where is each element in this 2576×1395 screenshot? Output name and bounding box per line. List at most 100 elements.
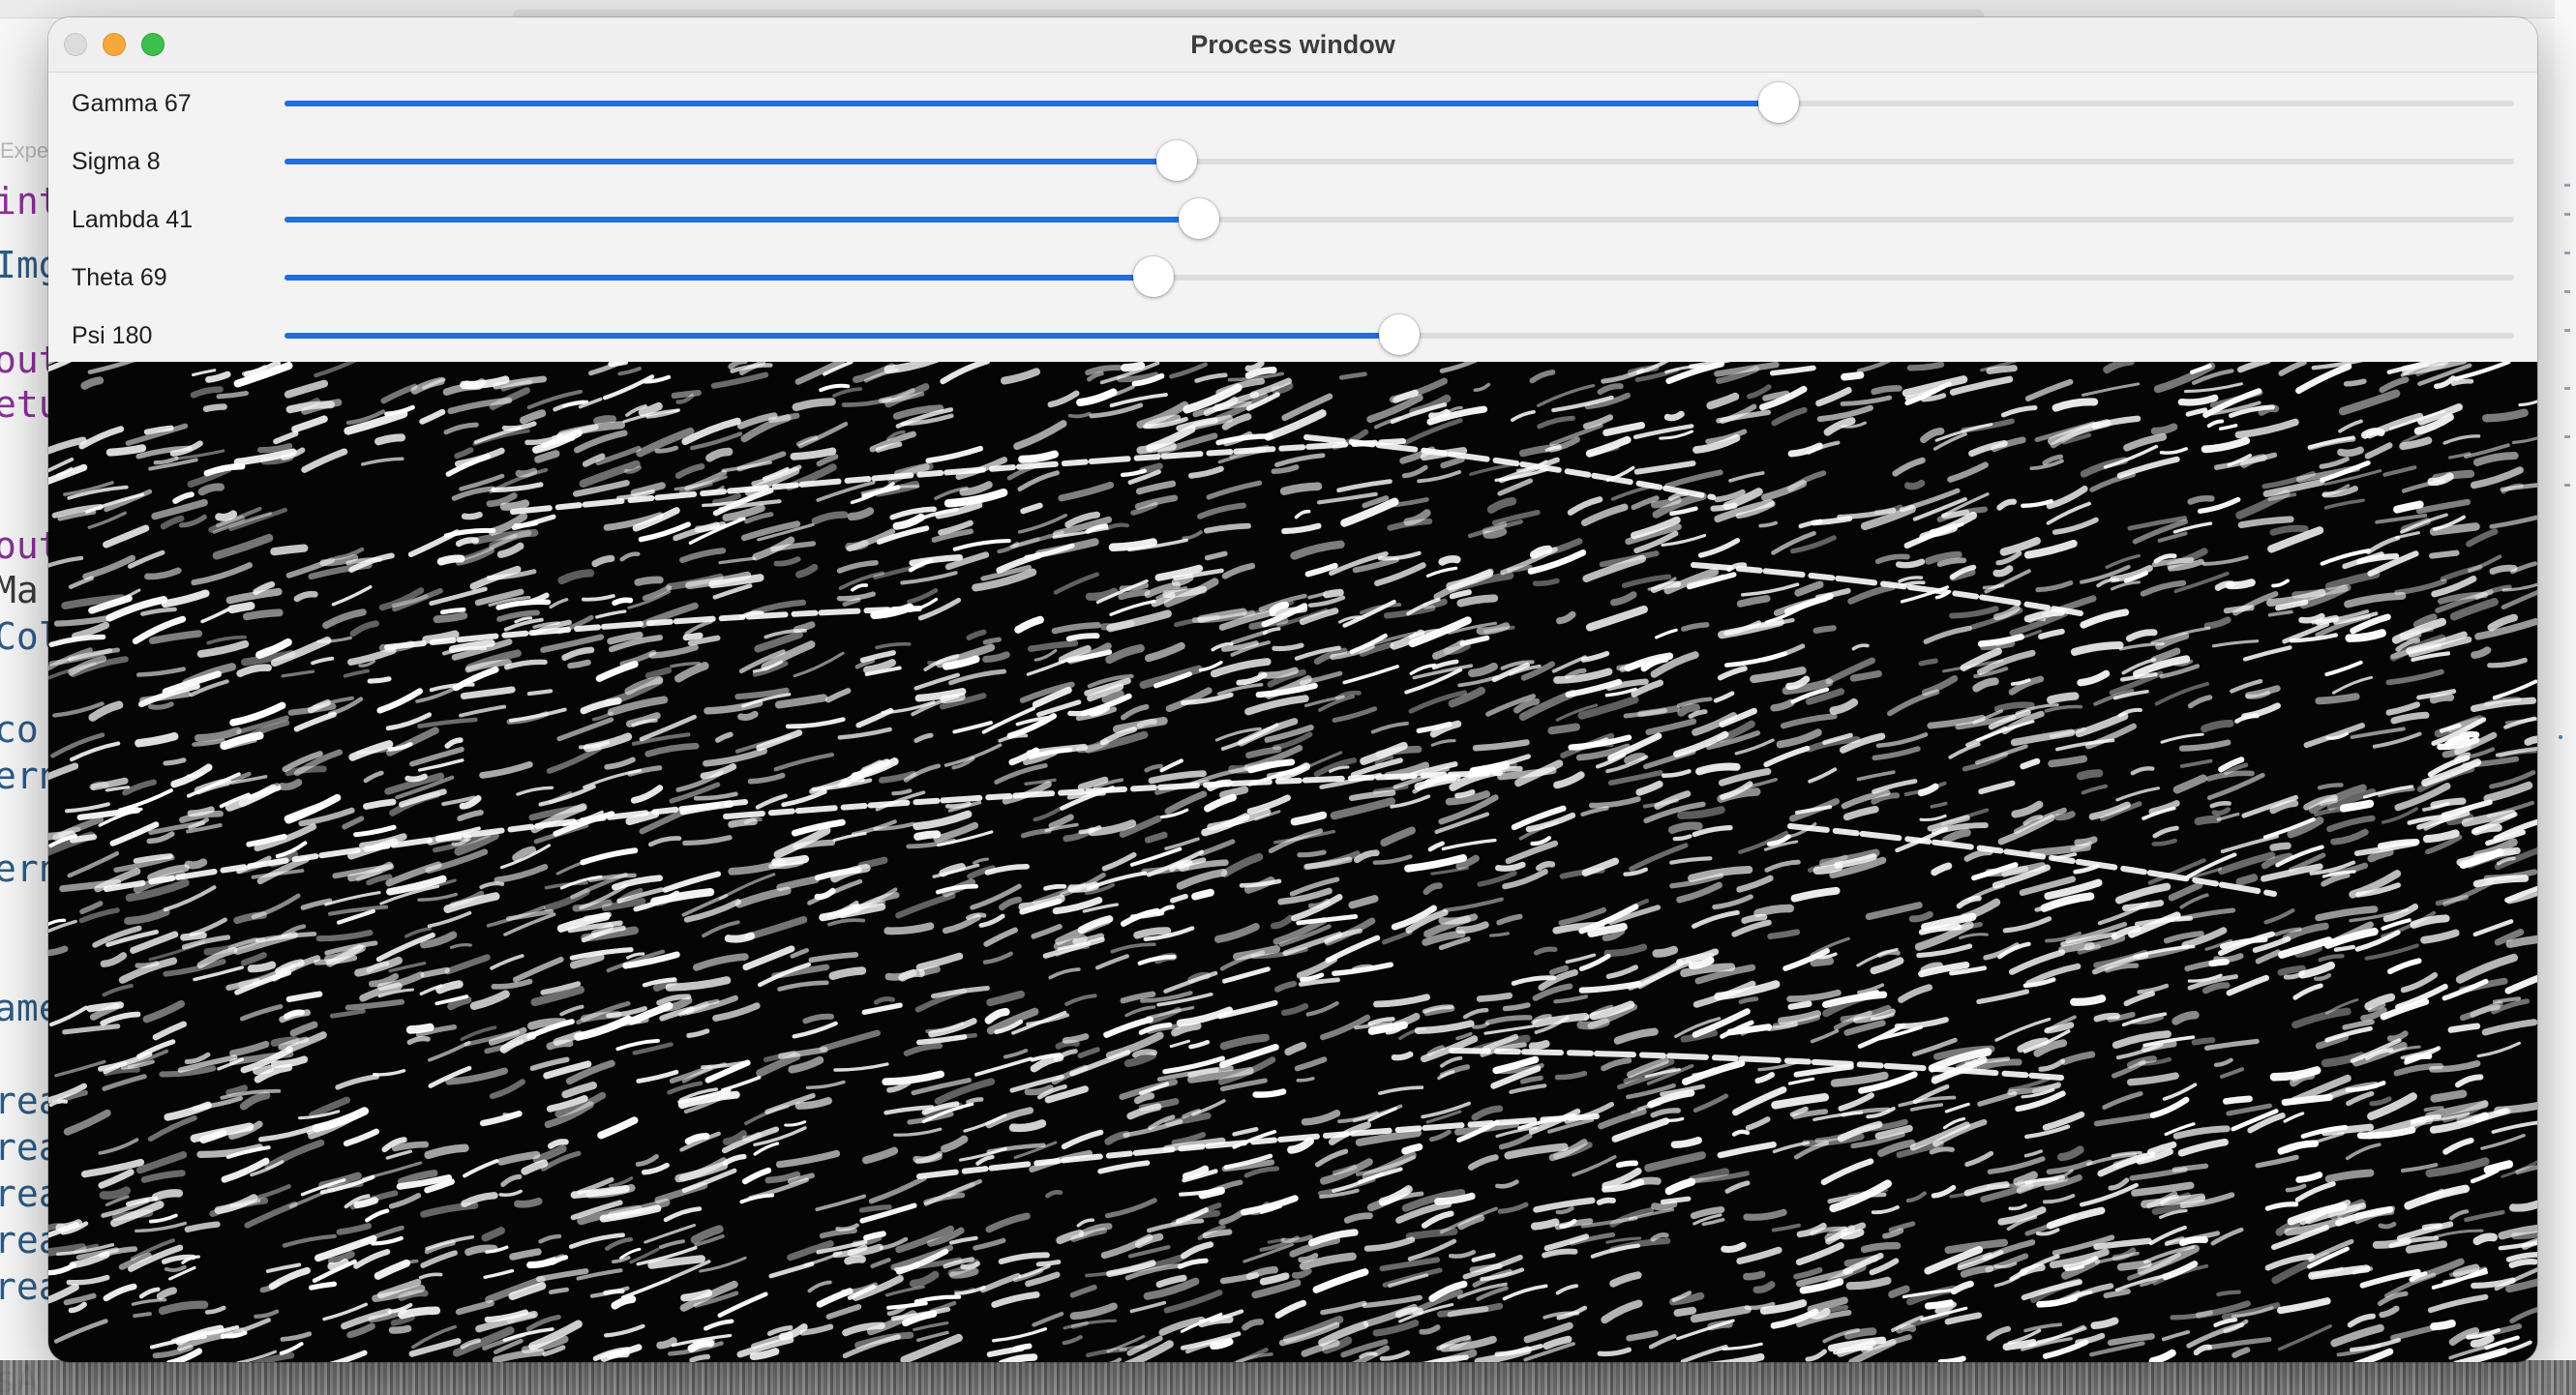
- texture-stroke: [671, 390, 702, 400]
- texture-stroke: [982, 637, 1002, 645]
- minimap-rail: [2555, 0, 2576, 1395]
- texture-stroke: [1906, 362, 1945, 371]
- texture-stroke: [1405, 1228, 1458, 1240]
- texture-stroke: [197, 483, 225, 496]
- texture-stroke: [2258, 404, 2280, 416]
- texture-stroke: [1743, 1270, 1766, 1281]
- lambda-slider[interactable]: [285, 198, 2514, 239]
- texture-stroke: [1391, 1051, 1414, 1061]
- texture-stroke: [2378, 1221, 2397, 1230]
- texture-stroke: [2277, 965, 2306, 976]
- texture-stroke: [2194, 815, 2222, 826]
- texture-stroke: [2405, 1240, 2448, 1254]
- trackbar-row-theta: Theta 69: [48, 249, 2537, 307]
- minimap-mark: [2564, 387, 2570, 390]
- texture-stroke: [940, 693, 966, 704]
- texture-stroke: [2216, 1290, 2241, 1297]
- texture-stroke: [1297, 849, 1327, 858]
- texture-stroke: [1547, 723, 1580, 735]
- texture-stroke: [2458, 730, 2480, 740]
- slider-thumb[interactable]: [1155, 140, 1197, 181]
- texture-stroke: [2269, 524, 2309, 536]
- texture-stroke: [1279, 482, 1323, 495]
- slider-thumb[interactable]: [1178, 198, 1219, 239]
- texture-stroke: [1841, 371, 1865, 381]
- texture-stroke: [1903, 479, 1926, 490]
- texture-stroke: [278, 779, 303, 791]
- process-window: Process window Gamma 67 Sigma 8 Lambda 4…: [48, 17, 2537, 1362]
- gamma-slider[interactable]: [285, 82, 2514, 123]
- minimap-mark: [2564, 290, 2570, 293]
- trackbar-label-lambda: Lambda 41: [72, 206, 194, 233]
- texture-stroke: [954, 1032, 977, 1041]
- texture-stroke: [439, 607, 466, 615]
- texture-stroke: [2339, 799, 2375, 813]
- slider-fill: [285, 275, 1154, 281]
- texture-stroke: [634, 576, 664, 586]
- texture-stroke: [682, 632, 704, 641]
- texture-stroke: [1532, 578, 1560, 586]
- texture-stroke: [1615, 1160, 1639, 1169]
- texture-stroke: [1139, 462, 1163, 474]
- texture-stroke: [1651, 1200, 1678, 1211]
- texture-stroke: [374, 433, 406, 446]
- slider-thumb[interactable]: [1757, 82, 1799, 123]
- texture-stroke: [1812, 862, 1843, 876]
- texture-stroke: [1895, 1323, 1917, 1334]
- texture-stroke: [737, 710, 759, 721]
- slider-fill: [285, 217, 1199, 223]
- texture-stroke: [1596, 1197, 1616, 1205]
- texture-stroke: [2447, 1023, 2481, 1033]
- texture-stroke: [509, 1248, 542, 1261]
- texture-stroke: [1707, 1320, 1733, 1331]
- gabor-output-image: [48, 362, 2537, 1362]
- code-line: co: [0, 708, 39, 751]
- texture-stroke: [2361, 428, 2385, 439]
- texture-stroke: [2432, 469, 2475, 483]
- texture-stroke: [2103, 1289, 2131, 1299]
- texture-stroke: [1065, 633, 1100, 642]
- trackbar-row-sigma: Sigma 8: [48, 133, 2537, 191]
- title-bar[interactable]: Process window: [48, 17, 2537, 73]
- texture-stroke: [1619, 662, 1639, 672]
- texture-stroke: [914, 830, 942, 841]
- texture-stroke: [180, 932, 207, 941]
- texture-stroke: [242, 608, 284, 621]
- texture-stroke: [133, 1312, 152, 1319]
- texture-stroke: [656, 1337, 677, 1350]
- texture-stroke: [55, 1219, 83, 1232]
- texture-stroke: [1438, 554, 1461, 566]
- texture-stroke: [1133, 1092, 1155, 1105]
- texture-stroke: [2074, 836, 2098, 846]
- texture-stroke: [1438, 913, 1479, 925]
- texture-stroke: [1929, 1146, 1955, 1155]
- texture-stroke: [567, 659, 591, 669]
- texture-stroke: [2150, 423, 2178, 435]
- texture-stroke: [2343, 378, 2367, 387]
- texture-stroke: [2070, 994, 2107, 1006]
- texture-stroke: [227, 602, 255, 614]
- slider-thumb[interactable]: [1133, 256, 1175, 297]
- theta-slider[interactable]: [285, 256, 2514, 297]
- slider-thumb[interactable]: [1379, 314, 1420, 355]
- texture-stroke: [593, 415, 617, 425]
- texture-stroke: [247, 961, 277, 973]
- texture-stroke: [1849, 669, 1882, 682]
- texture-stroke: [2337, 446, 2364, 458]
- texture-stroke: [1323, 588, 1344, 599]
- texture-stroke: [1787, 1000, 1812, 1010]
- background-breadcrumb: Exper: [0, 138, 56, 163]
- texture-stroke: [828, 966, 867, 980]
- texture-stroke: [1528, 1039, 1550, 1051]
- texture-stroke: [1119, 582, 1150, 592]
- psi-slider[interactable]: [285, 314, 2514, 355]
- sigma-slider[interactable]: [285, 140, 2514, 181]
- trackbar-label-gamma: Gamma 67: [72, 90, 192, 117]
- texture-stroke: [844, 1255, 866, 1265]
- texture-stroke: [184, 858, 208, 870]
- texture-stroke: [1663, 410, 1685, 422]
- texture-stroke: [1456, 594, 1499, 608]
- minimap-mark: [2564, 184, 2570, 187]
- texture-stroke: [2430, 1320, 2456, 1331]
- texture-stroke: [2214, 580, 2235, 591]
